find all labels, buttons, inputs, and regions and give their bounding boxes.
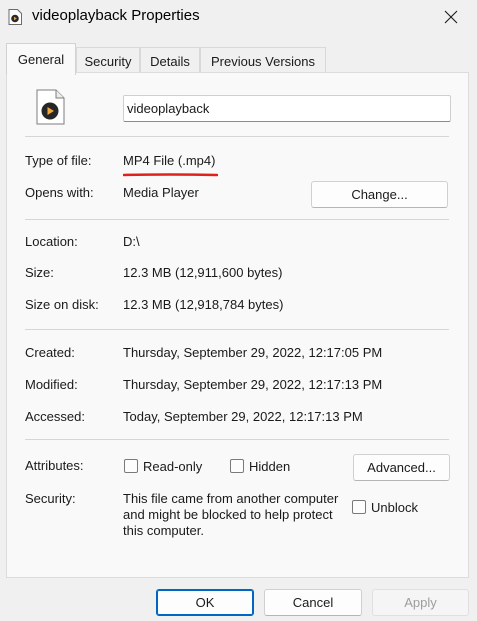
advanced-button[interactable]: Advanced... — [353, 454, 450, 481]
size-label: Size: — [25, 265, 54, 280]
tab-general[interactable]: General — [6, 43, 76, 75]
separator — [25, 136, 449, 137]
close-button[interactable] — [429, 2, 473, 32]
read-only-label[interactable]: Read-only — [143, 459, 202, 474]
window-title: videoplayback Properties — [32, 7, 200, 24]
unblock-checkbox[interactable] — [352, 500, 366, 514]
ok-button[interactable]: OK — [156, 589, 254, 616]
size-value: 12.3 MB (12,911,600 bytes) — [123, 265, 283, 280]
opens-with-label: Opens with: — [25, 185, 94, 200]
modified-label: Modified: — [25, 377, 78, 392]
hidden-checkbox[interactable] — [230, 459, 244, 473]
general-panel: Type of file: MP4 File (.mp4) Opens with… — [6, 72, 469, 578]
accessed-value: Today, September 29, 2022, 12:17:13 PM — [123, 409, 363, 424]
apply-button[interactable]: Apply — [372, 589, 469, 616]
cancel-button[interactable]: Cancel — [264, 589, 362, 616]
read-only-checkbox[interactable] — [124, 459, 138, 473]
type-of-file-label: Type of file: — [25, 153, 92, 168]
annotation-underline — [123, 173, 218, 177]
tab-details[interactable]: Details — [140, 47, 200, 74]
opens-with-value: Media Player — [123, 185, 199, 200]
security-message-line2: and might be blocked to help protect — [123, 507, 333, 522]
change-button[interactable]: Change... — [311, 181, 448, 208]
hidden-label[interactable]: Hidden — [249, 459, 290, 474]
tab-previous-versions[interactable]: Previous Versions — [200, 47, 326, 74]
tab-security[interactable]: Security — [76, 47, 140, 74]
accessed-label: Accessed: — [25, 409, 85, 424]
mp4-file-icon — [36, 89, 65, 125]
security-label: Security: — [25, 491, 76, 506]
mp4-file-icon — [8, 9, 22, 25]
size-on-disk-value: 12.3 MB (12,918,784 bytes) — [123, 297, 284, 312]
size-on-disk-label: Size on disk: — [25, 297, 99, 312]
close-icon — [444, 10, 458, 24]
separator — [25, 219, 449, 220]
unblock-label[interactable]: Unblock — [371, 500, 418, 515]
attributes-label: Attributes: — [25, 458, 84, 473]
security-message-line1: This file came from another computer — [123, 491, 339, 506]
modified-value: Thursday, September 29, 2022, 12:17:13 P… — [123, 377, 383, 392]
security-message-line3: this computer. — [123, 523, 204, 538]
separator — [25, 329, 449, 330]
separator — [25, 439, 449, 440]
file-name-input[interactable] — [123, 95, 451, 122]
created-label: Created: — [25, 345, 75, 360]
created-value: Thursday, September 29, 2022, 12:17:05 P… — [123, 345, 383, 360]
location-label: Location: — [25, 234, 78, 249]
title-bar: videoplayback Properties — [0, 0, 477, 34]
type-of-file-value: MP4 File (.mp4) — [123, 153, 216, 168]
location-value: D:\ — [123, 234, 140, 249]
